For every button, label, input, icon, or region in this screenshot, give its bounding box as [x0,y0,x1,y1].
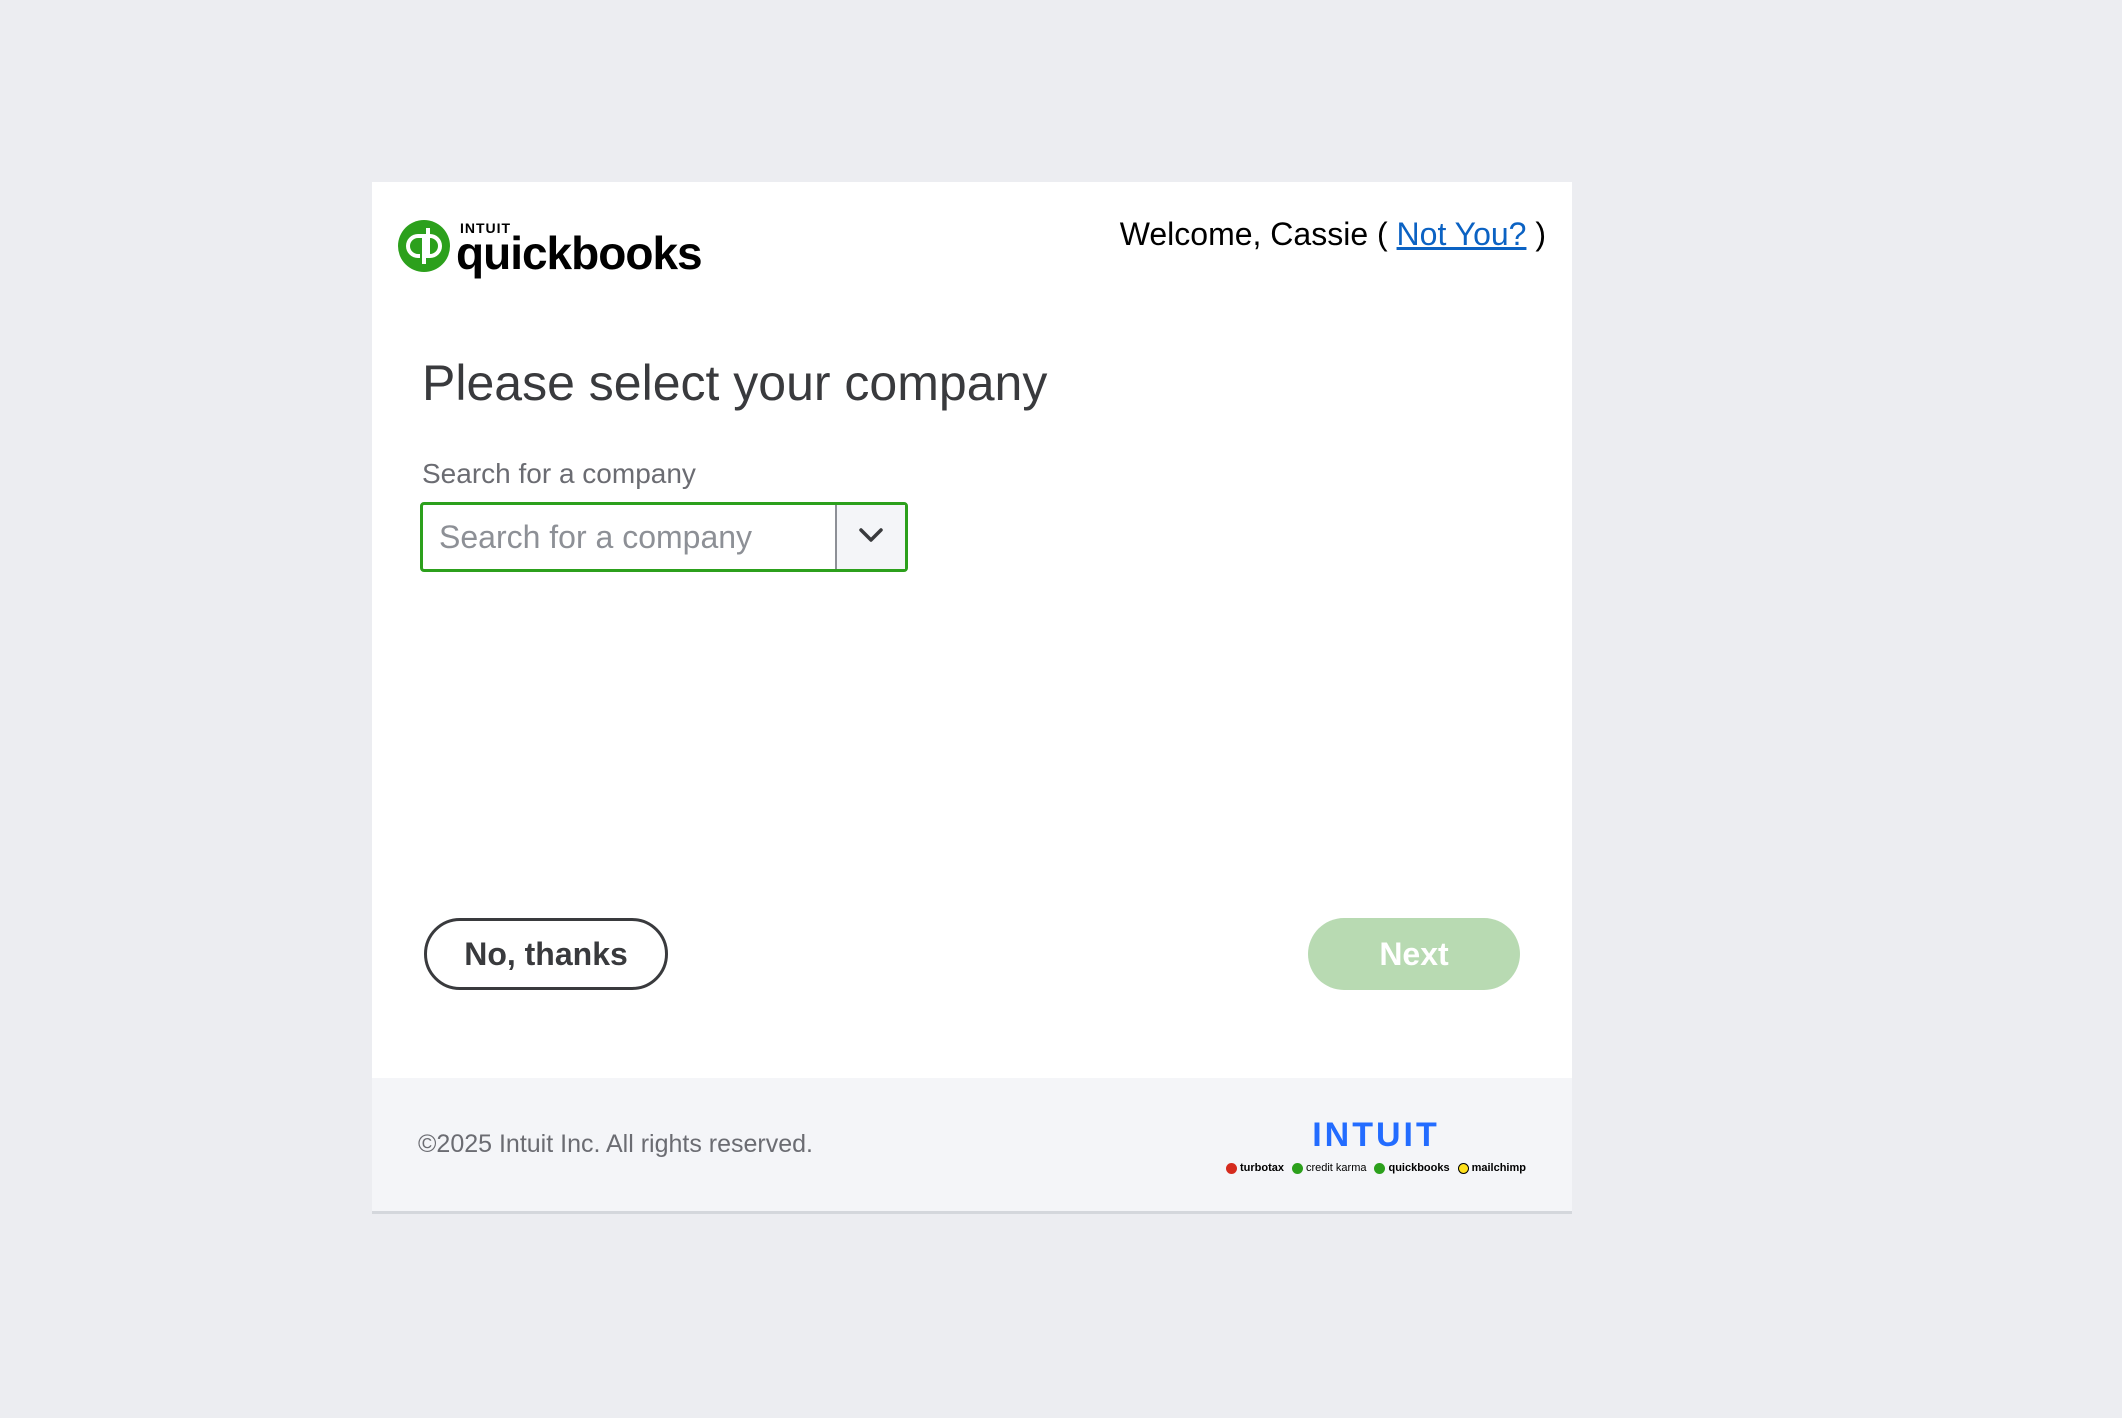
intuit-wordmark: INTUIT [1312,1116,1440,1154]
turbotax-icon [1226,1162,1237,1174]
welcome-message: Welcome, Cassie ( Not You? ) [1120,216,1546,253]
brand-label: quickbooks [1388,1162,1450,1174]
dropdown-toggle-button[interactable] [835,505,905,569]
company-search-input[interactable] [423,505,835,569]
credit-karma-icon [1291,1162,1303,1174]
welcome-suffix: ) [1526,216,1546,252]
brand-label: turbotax [1240,1162,1284,1174]
page-title: Please select your company [422,355,1048,411]
header: INTUIT quickbooks Welcome, Cassie ( Not … [372,182,1572,302]
quickbooks-logo: INTUIT quickbooks [398,216,703,276]
search-label: Search for a company [422,458,696,489]
brand-label: mailchimp [1471,1162,1526,1174]
no-thanks-button[interactable]: No, thanks [424,918,668,990]
intuit-brand-logo: INTUIT turbotax credit karma quickbooks … [1226,1118,1526,1174]
not-you-link[interactable]: Not You? [1397,216,1527,252]
brand-mailchimp: mailchimp [1457,1162,1526,1174]
mailchimp-icon [1457,1162,1469,1174]
quickbooks-small-icon [1374,1162,1386,1174]
welcome-text: Welcome, Cassie ( [1119,216,1397,252]
logo-quickbooks-text: quickbooks [456,227,703,279]
brand-family-row: turbotax credit karma quickbooks mailchi… [1226,1162,1526,1174]
brand-quickbooks: quickbooks [1374,1162,1450,1174]
brand-turbotax: turbotax [1226,1162,1284,1174]
brand-credit-karma: credit karma [1291,1162,1367,1174]
chevron-down-icon [856,525,886,550]
brand-label: credit karma [1305,1162,1367,1174]
footer: ©2025 Intuit Inc. All rights reserved. I… [372,1078,1572,1214]
quickbooks-logo-icon [398,220,450,272]
copyright-text: ©2025 Intuit Inc. All rights reserved. [418,1130,814,1158]
company-search-combobox[interactable] [420,502,908,572]
next-button[interactable]: Next [1308,918,1520,990]
dialog-card: INTUIT quickbooks Welcome, Cassie ( Not … [372,182,1572,1214]
